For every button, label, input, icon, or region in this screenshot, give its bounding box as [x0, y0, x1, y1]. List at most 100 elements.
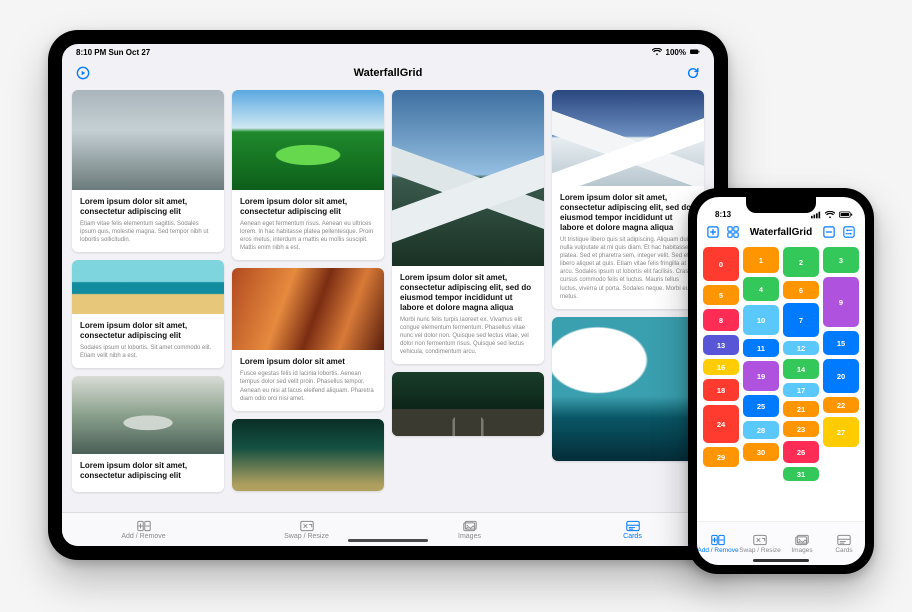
tile-19[interactable]: 19	[743, 361, 779, 391]
tile-23[interactable]: 23	[783, 421, 819, 437]
add-remove-icon	[711, 534, 725, 546]
tile-0[interactable]: 0	[703, 247, 739, 281]
tab-label: Images	[791, 547, 812, 554]
tile-10[interactable]: 10	[743, 305, 779, 335]
tile-1[interactable]: 1	[743, 247, 779, 273]
battery-icon	[690, 48, 700, 56]
tile-17[interactable]: 17	[783, 383, 819, 397]
tile-28[interactable]: 28	[743, 421, 779, 439]
tab-label: Cards	[623, 533, 642, 540]
card-text: Etiam vitae felis elementum sagittis. So…	[80, 220, 216, 244]
nav-left-button[interactable]	[76, 66, 90, 80]
card[interactable]: Lorem ipsum dolor sit amet Fusce egestas …	[232, 268, 384, 410]
card-image	[552, 317, 704, 461]
tile-3[interactable]: 3	[823, 247, 859, 273]
card-text: Morbi nunc felis turpis laoreet ex. Viva…	[400, 316, 536, 356]
tab-add-remove[interactable]: Add / Remove	[62, 513, 225, 546]
tab-label: Swap / Resize	[739, 547, 781, 554]
tile-24[interactable]: 24	[703, 405, 739, 443]
tile-6[interactable]: 6	[783, 281, 819, 299]
card[interactable]: Lorem ipsum dolor sit amet, consectetur …	[72, 376, 224, 492]
home-indicator	[348, 539, 428, 542]
card[interactable]: Lorem ipsum dolor sit amet, consectetur …	[552, 90, 704, 309]
card[interactable]: Lorem ipsum dolor sit amet, consectetur …	[392, 90, 544, 364]
tab-label: Add / Remove	[121, 533, 165, 540]
nav-bar: WaterfallGrid	[62, 60, 714, 86]
tile-13[interactable]: 13	[703, 335, 739, 355]
tile-15[interactable]: 15	[823, 331, 859, 355]
card-image	[72, 376, 224, 454]
ipad-screen: 8:10 PM Sun Oct 27 100% WaterfallGrid Lo…	[62, 44, 714, 546]
refresh-icon	[686, 66, 700, 80]
tile-18[interactable]: 18	[703, 379, 739, 401]
nav-add-button[interactable]	[707, 226, 719, 238]
card-title: Lorem ipsum dolor sit amet, consectetur …	[80, 197, 216, 217]
tile-14[interactable]: 14	[783, 359, 819, 379]
card-title: Lorem ipsum dolor sit amet, consectetur …	[560, 193, 696, 233]
card[interactable]: Lorem ipsum dolor sit amet, consectetur …	[232, 90, 384, 260]
tile-30[interactable]: 30	[743, 443, 779, 461]
card-image	[232, 90, 384, 190]
card-title: Lorem ipsum dolor sit amet	[240, 357, 376, 367]
tile-5[interactable]: 5	[703, 285, 739, 305]
grid-icon	[727, 226, 739, 238]
tile-16[interactable]: 16	[703, 359, 739, 375]
tile-21[interactable]: 21	[783, 401, 819, 417]
tile-20[interactable]: 20	[823, 359, 859, 393]
nav-title: WaterfallGrid	[354, 67, 423, 79]
tile-11[interactable]: 11	[743, 339, 779, 357]
phone-tab-cards[interactable]: Cards	[823, 522, 865, 565]
tile-7[interactable]: 7	[783, 303, 819, 337]
phone-nav-title: WaterfallGrid	[750, 227, 812, 238]
home-indicator	[753, 559, 809, 562]
card-body: Lorem ipsum dolor sit amet, consectetur …	[552, 186, 704, 309]
tile-2[interactable]: 2	[783, 247, 819, 277]
tile-8[interactable]: 8	[703, 309, 739, 331]
nav-minus-button[interactable]	[823, 226, 835, 238]
card-text: Fusce egestas felis id lacinia lobortis.…	[240, 370, 376, 402]
card-body: Lorem ipsum dolor sit amet, consectetur …	[232, 190, 384, 260]
tile-27[interactable]: 27	[823, 417, 859, 447]
wifi-icon	[825, 211, 835, 219]
card-image	[72, 260, 224, 314]
card-body: Lorem ipsum dolor sit amet Fusce egestas …	[232, 350, 384, 410]
card-body: Lorem ipsum dolor sit amet, consectetur …	[72, 314, 224, 368]
card-title: Lorem ipsum dolor sit amet, consectetur …	[240, 197, 376, 217]
phone-tab-add-remove[interactable]: Add / Remove	[697, 522, 739, 565]
tile-25[interactable]: 25	[743, 395, 779, 417]
card-text: Aenean eget fermentum risus. Aenean eu u…	[240, 220, 376, 252]
tab-label: Images	[458, 533, 481, 540]
tile-grid: 0581316182429141011192528302671214172123…	[697, 245, 865, 521]
card-body: Lorem ipsum dolor sit amet, consectetur …	[72, 190, 224, 252]
card-title: Lorem ipsum dolor sit amet, consectetur …	[80, 321, 216, 341]
nav-right-button[interactable]	[686, 66, 700, 80]
ipad-device: 8:10 PM Sun Oct 27 100% WaterfallGrid Lo…	[48, 30, 728, 560]
swap-resize-icon	[300, 520, 314, 532]
tile-31[interactable]: 31	[783, 467, 819, 481]
card[interactable]: Lorem ipsum dolor sit amet, consectetur …	[72, 90, 224, 252]
card[interactable]	[232, 419, 384, 491]
card[interactable]: Lorem ipsum dolor sit amet, consectetur …	[72, 260, 224, 368]
tile-4[interactable]: 4	[743, 277, 779, 301]
sliders-icon	[843, 226, 855, 238]
iphone-screen: 8:13 WaterfallGrid	[697, 197, 865, 565]
status-time: 8:13	[715, 210, 731, 219]
card-image	[392, 372, 544, 436]
tile-12[interactable]: 12	[783, 341, 819, 355]
nav-settings-button[interactable]	[843, 226, 855, 238]
card[interactable]	[552, 317, 704, 461]
tile-22[interactable]: 22	[823, 397, 859, 413]
card-text: Ut tristique libero quis sit adipiscing.…	[560, 236, 696, 301]
plus-square-icon	[707, 226, 719, 238]
card[interactable]	[392, 372, 544, 436]
card-title: Lorem ipsum dolor sit amet, consectetur …	[80, 461, 216, 481]
tile-29[interactable]: 29	[703, 447, 739, 467]
cards-icon	[837, 534, 851, 546]
play-icon	[76, 66, 90, 80]
tab-label: Swap / Resize	[284, 533, 329, 540]
nav-grid-button[interactable]	[727, 226, 739, 238]
tile-26[interactable]: 26	[783, 441, 819, 463]
status-icons	[811, 211, 853, 219]
card-image	[392, 90, 544, 266]
tile-9[interactable]: 9	[823, 277, 859, 327]
